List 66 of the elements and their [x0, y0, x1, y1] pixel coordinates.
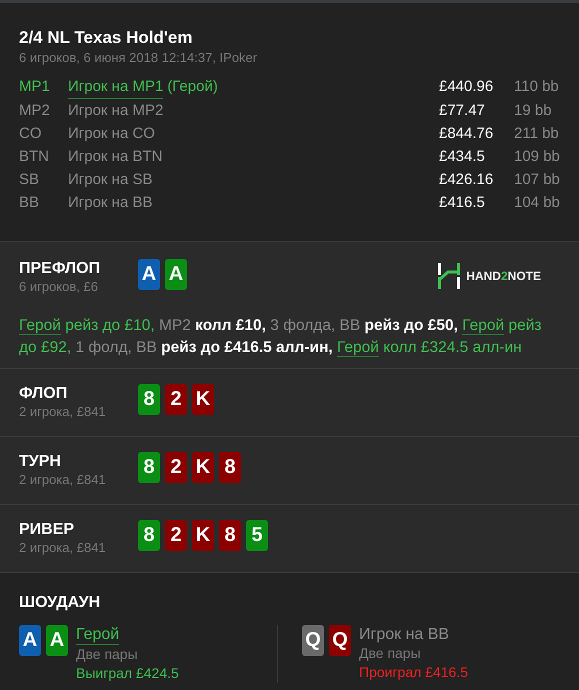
position-label: MP1: [19, 77, 51, 97]
playing-card: K: [192, 452, 214, 483]
playing-card: Q: [329, 625, 351, 656]
stack-amount: £416.5: [439, 193, 486, 213]
street-info: 6 игроков, £6: [19, 279, 99, 295]
stack-bb: 107 bb: [514, 170, 560, 190]
playing-card: 5: [246, 520, 268, 551]
action-summary: Герой рейз до £10, MP2 колл £10, 3 фолда, BB рейз до £50, Герой рейз до £92, 1 фолд, BB рейз до £416.5 алл-ин, Герой колл £324.5 алл-ин: [19, 316, 542, 359]
player-name: Игрок на BTN: [68, 147, 162, 167]
playing-card: K: [192, 520, 214, 551]
playing-card: A: [19, 625, 41, 656]
stack-amount: £434.5: [439, 147, 486, 167]
playing-card: A: [138, 259, 160, 290]
logo-text: HAND2NOTE: [466, 269, 541, 283]
hand-title: 2/4 NL Texas Hold'em: [19, 27, 194, 49]
hero-link[interactable]: Герой: [76, 625, 120, 645]
hand-combination: Две пары: [359, 644, 421, 663]
street-title: РИВЕР: [19, 520, 76, 540]
result-amount: Выиграл £424.5: [76, 664, 179, 683]
playing-card: 2: [165, 452, 187, 483]
position-label: BTN: [19, 147, 50, 167]
position-label: CO: [19, 124, 42, 144]
hero-link[interactable]: Герой: [462, 317, 504, 335]
street-title: ТУРН: [19, 452, 62, 472]
playing-card: A: [46, 625, 68, 656]
result-amount: Проиграл £416.5: [359, 663, 468, 682]
hand-combination: Две пары: [76, 645, 138, 664]
stack-bb: 110 bb: [514, 77, 560, 97]
stack-amount: £844.76: [439, 124, 494, 144]
logo-icon: [438, 263, 460, 289]
hero-label: (Герой): [167, 77, 218, 97]
stack-bb: 104 bb: [514, 193, 560, 213]
stack-bb: 19 bb: [514, 101, 553, 121]
player-link[interactable]: Игрок на MP1: [68, 75, 164, 99]
street-title: ПРЕФЛОП: [19, 259, 102, 279]
playing-card: 2: [165, 520, 187, 551]
street-info: 2 игрока, £841: [19, 540, 107, 556]
position-label: SB: [19, 170, 40, 190]
stack-amount: £77.47: [439, 101, 486, 121]
street-title: ФЛОП: [19, 384, 68, 404]
hero-link[interactable]: Герой: [337, 339, 379, 357]
playing-card: 8: [219, 520, 241, 551]
stack-bb: 109 bb: [514, 147, 560, 167]
street-info: 2 игрока, £841: [19, 472, 107, 488]
position-label: MP2: [19, 101, 51, 121]
playing-card: A: [165, 259, 187, 290]
player-name: Игрок на BB: [359, 625, 450, 644]
hero-link[interactable]: Герой: [19, 317, 61, 335]
playing-card: 8: [138, 384, 160, 415]
playing-card: 2: [165, 384, 187, 415]
street-info: 2 игрока, £841: [19, 404, 107, 420]
playing-card: K: [192, 384, 214, 415]
stack-amount: £440.96: [439, 77, 494, 97]
player-name: Игрок на MP2: [68, 101, 164, 121]
playing-card: 8: [138, 452, 160, 483]
playing-card: 8: [138, 520, 160, 551]
stack-amount: £426.16: [439, 170, 494, 190]
playing-card: 8: [219, 452, 241, 483]
position-label: BB: [19, 193, 40, 213]
player-name: Игрок на BB: [68, 193, 152, 213]
player-name: Игрок на SB: [68, 170, 152, 190]
showdown-title: ШОУДАУН: [19, 593, 102, 613]
stack-bb: 211 bb: [514, 124, 560, 144]
playing-card: Q: [302, 625, 324, 656]
player-name: Игрок на CO: [68, 124, 155, 144]
hand-subtitle: 6 игроков, 6 июня 2018 12:14:37, IPoker: [19, 49, 258, 67]
